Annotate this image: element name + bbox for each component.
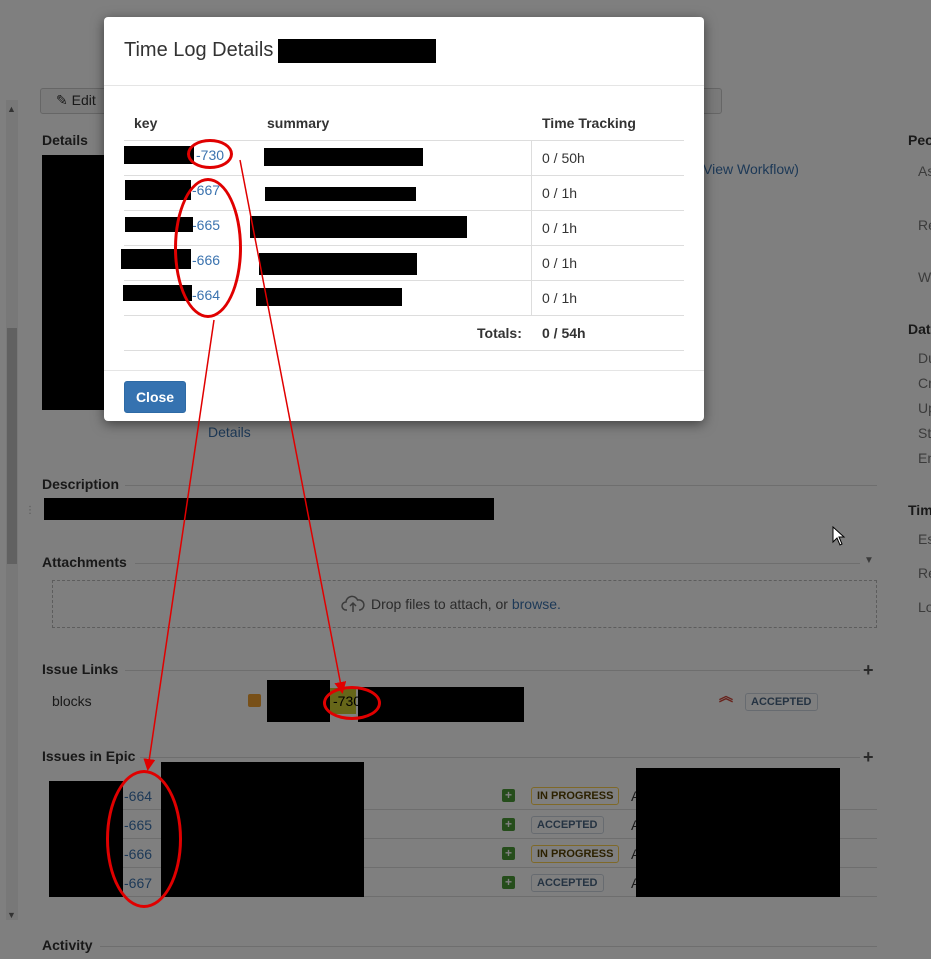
annotation-arrows (143, 159, 347, 771)
